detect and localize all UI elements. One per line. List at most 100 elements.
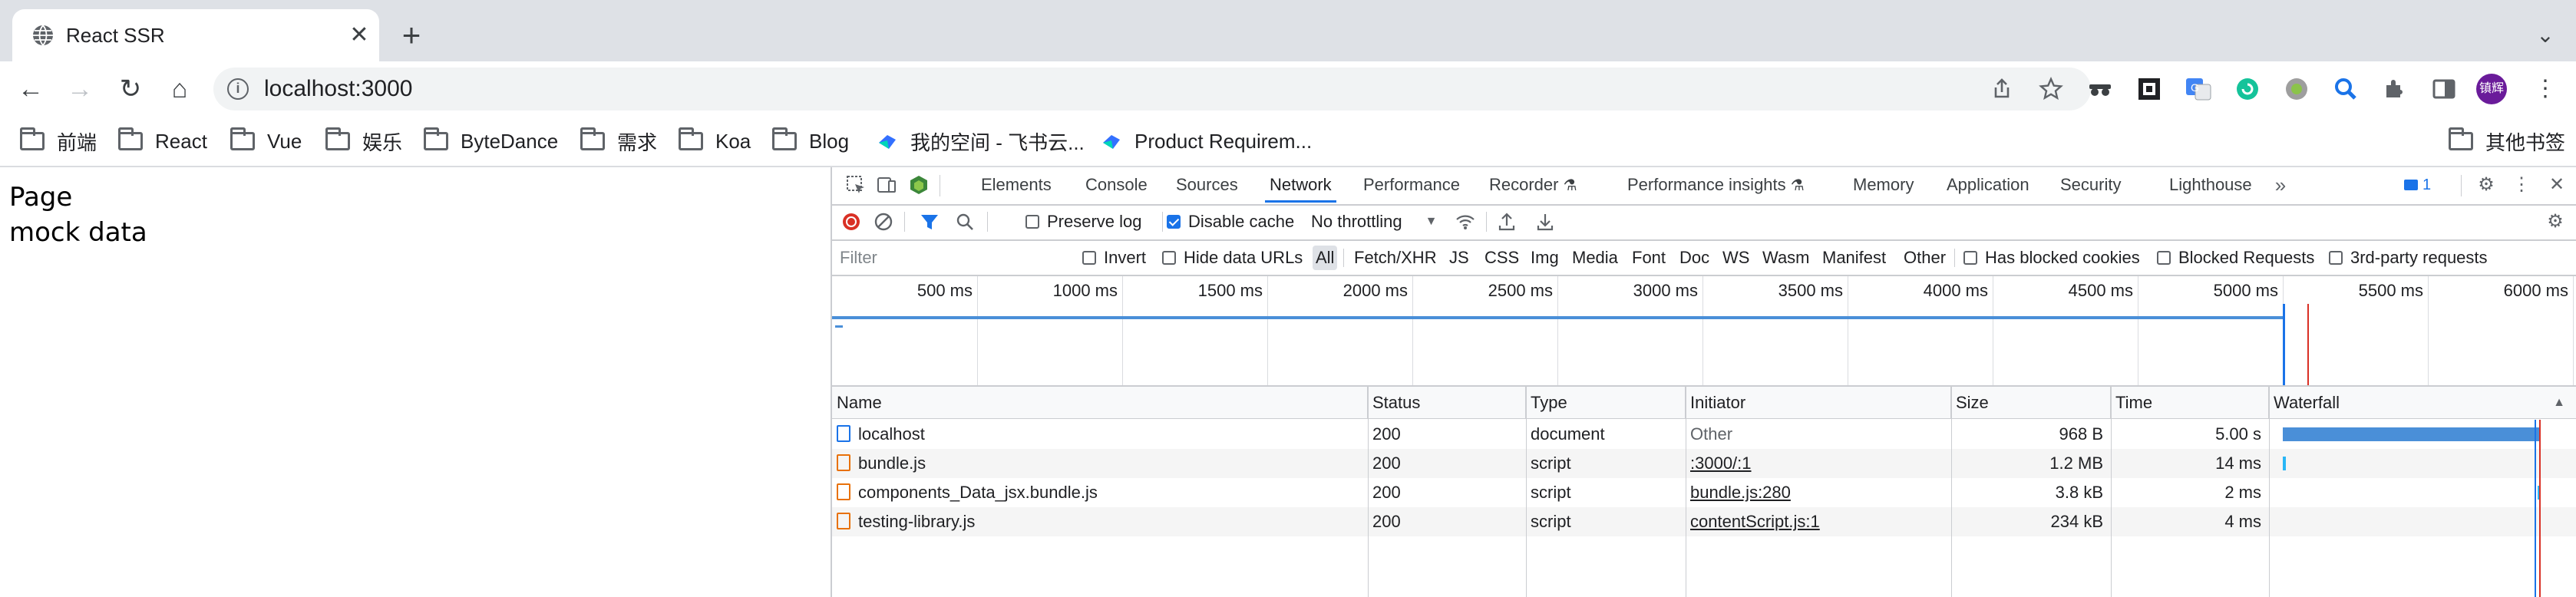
tab-security[interactable]: Security: [2060, 167, 2121, 203]
type-filter-img[interactable]: Img: [1527, 246, 1562, 270]
has-blocked-cookies-checkbox[interactable]: Has blocked cookies: [1963, 241, 2140, 275]
type-filter-media[interactable]: Media: [1569, 246, 1621, 270]
browser-menu-icon[interactable]: ⋮: [2528, 72, 2562, 106]
type-filter-css[interactable]: CSS: [1481, 246, 1522, 270]
type-filter-font[interactable]: Font: [1629, 246, 1669, 270]
address-bar[interactable]: i localhost:3000: [213, 68, 2091, 110]
site-info-icon[interactable]: i: [227, 78, 249, 100]
browser-tab-react-ssr[interactable]: React SSR ✕: [12, 9, 379, 61]
checkbox-box[interactable]: [2157, 251, 2171, 265]
clear-icon[interactable]: [872, 210, 895, 233]
cell-initiator-link[interactable]: :3000/:1: [1686, 449, 1951, 478]
translate-extension-icon[interactable]: G: [2183, 74, 2214, 104]
table-row[interactable]: bundle.js 200 script :3000/:1 1.2 MB 14 …: [832, 449, 2576, 478]
bookmark-folder-blog[interactable]: Blog: [772, 126, 849, 157]
bookmark-star-icon[interactable]: [2037, 75, 2065, 103]
type-filter-other[interactable]: Other: [1901, 246, 1949, 270]
bookmark-folder-vue[interactable]: Vue: [230, 126, 302, 157]
spy-extension-icon[interactable]: [2085, 74, 2115, 104]
close-devtools-icon[interactable]: ✕: [2545, 173, 2568, 196]
type-filter-wasm[interactable]: Wasm: [1759, 246, 1813, 270]
network-settings-gear-icon[interactable]: ⚙: [2544, 210, 2567, 233]
bookmark-product-requirements[interactable]: Product Requirem...: [1101, 126, 1312, 157]
extensions-puzzle-icon[interactable]: [2379, 74, 2410, 104]
tab-performance-insights[interactable]: Performance insights ⚗: [1627, 167, 1805, 203]
circle-extension-icon[interactable]: [2281, 74, 2312, 104]
tab-elements[interactable]: Elements: [981, 167, 1052, 203]
profile-avatar[interactable]: 镇辉: [2476, 74, 2507, 104]
tab-sources[interactable]: Sources: [1176, 167, 1238, 203]
address-url[interactable]: localhost:3000: [264, 77, 412, 101]
inspect-element-icon[interactable]: [844, 173, 867, 196]
bookmark-feishu-space[interactable]: 我的空间 - 飞书云...: [877, 126, 1085, 157]
new-tab-button[interactable]: +: [396, 19, 427, 51]
invert-checkbox[interactable]: Invert: [1082, 241, 1146, 275]
bookmark-folder-bytedance[interactable]: ByteDance: [424, 126, 558, 157]
nodejs-icon[interactable]: [907, 173, 930, 196]
devtools-menu-icon[interactable]: ⋮: [2510, 173, 2533, 196]
disable-cache-checkbox[interactable]: Disable cache: [1167, 204, 1294, 239]
qr-extension-icon[interactable]: [2134, 74, 2165, 104]
checkbox-box[interactable]: [2329, 251, 2343, 265]
grammar-extension-icon[interactable]: [2232, 74, 2263, 104]
reload-button[interactable]: ↻: [114, 72, 147, 106]
forward-button[interactable]: →: [63, 72, 97, 106]
back-button[interactable]: ←: [14, 72, 48, 106]
tab-network[interactable]: Network: [1265, 167, 1336, 203]
device-toolbar-icon[interactable]: [875, 173, 898, 196]
bookmark-folder-koa[interactable]: Koa: [679, 126, 751, 157]
cell-initiator-link[interactable]: bundle.js:280: [1686, 478, 1951, 507]
preserve-log-checkbox[interactable]: Preserve log: [1025, 204, 1142, 239]
tab-performance[interactable]: Performance: [1363, 167, 1460, 203]
column-header-size[interactable]: Size: [1951, 387, 2111, 419]
search-icon[interactable]: [953, 210, 976, 233]
share-icon[interactable]: [1988, 75, 2016, 103]
tab-memory[interactable]: Memory: [1853, 167, 1914, 203]
hide-data-urls-checkbox[interactable]: Hide data URLs: [1162, 241, 1303, 275]
import-har-upload-icon[interactable]: [1495, 210, 1518, 233]
bookmark-other-folder[interactable]: 其他书签: [2449, 126, 2565, 157]
bookmark-folder-requirements[interactable]: 需求: [580, 126, 657, 157]
type-filter-doc[interactable]: Doc: [1676, 246, 1712, 270]
column-header-type[interactable]: Type: [1526, 387, 1686, 419]
tab-console[interactable]: Console: [1085, 167, 1148, 203]
checkbox-box[interactable]: [1082, 251, 1096, 265]
third-party-requests-checkbox[interactable]: 3rd-party requests: [2329, 241, 2488, 275]
blocked-requests-checkbox[interactable]: Blocked Requests: [2157, 241, 2314, 275]
side-panel-icon[interactable]: [2429, 74, 2459, 104]
table-row[interactable]: components_Data_jsx.bundle.js 200 script…: [832, 478, 2576, 507]
type-filter-ws[interactable]: WS: [1719, 246, 1752, 270]
close-tab-icon[interactable]: ✕: [347, 23, 372, 48]
network-conditions-wifi-icon[interactable]: [1454, 210, 1477, 233]
settings-gear-icon[interactable]: ⚙: [2475, 173, 2498, 196]
bookmark-folder-frontend[interactable]: 前端: [20, 126, 97, 157]
bookmark-folder-entertainment[interactable]: 娱乐: [325, 126, 402, 157]
issues-badge[interactable]: 1: [2404, 175, 2431, 195]
search-extension-icon[interactable]: [2330, 74, 2361, 104]
checkbox-box[interactable]: [1963, 251, 1977, 265]
bookmark-folder-react[interactable]: React: [118, 126, 207, 157]
checkbox-box-checked[interactable]: [1167, 215, 1181, 229]
tab-application[interactable]: Application: [1947, 167, 2029, 203]
column-header-waterfall[interactable]: Waterfall ▲: [2269, 387, 2576, 419]
type-filter-manifest[interactable]: Manifest: [1819, 246, 1889, 270]
throttling-select[interactable]: No throttling ▼: [1311, 204, 1437, 239]
type-filter-js[interactable]: JS: [1446, 246, 1472, 270]
checkbox-box[interactable]: [1162, 251, 1176, 265]
tab-search-chevron-icon[interactable]: ⌄: [2530, 20, 2561, 51]
column-header-status[interactable]: Status: [1368, 387, 1526, 419]
cell-initiator-link[interactable]: contentScript.js:1: [1686, 507, 1951, 536]
type-filter-all[interactable]: All: [1313, 246, 1338, 270]
tab-recorder[interactable]: Recorder ⚗: [1489, 167, 1577, 203]
network-overview-timeline[interactable]: 500 ms 1000 ms 1500 ms 2000 ms 2500 ms 3…: [832, 276, 2576, 387]
checkbox-box[interactable]: [1025, 215, 1039, 229]
column-header-time[interactable]: Time: [2111, 387, 2269, 419]
table-row[interactable]: testing-library.js 200 script contentScr…: [832, 507, 2576, 536]
column-header-initiator[interactable]: Initiator: [1686, 387, 1951, 419]
home-button[interactable]: ⌂: [163, 72, 197, 106]
filter-funnel-icon[interactable]: [918, 210, 941, 233]
table-row[interactable]: localhost 200 document Other 968 B 5.00 …: [832, 420, 2576, 449]
type-filter-fetch-xhr[interactable]: Fetch/XHR: [1351, 246, 1440, 270]
record-stop-icon[interactable]: [840, 210, 863, 233]
column-header-name[interactable]: Name: [832, 387, 1368, 419]
